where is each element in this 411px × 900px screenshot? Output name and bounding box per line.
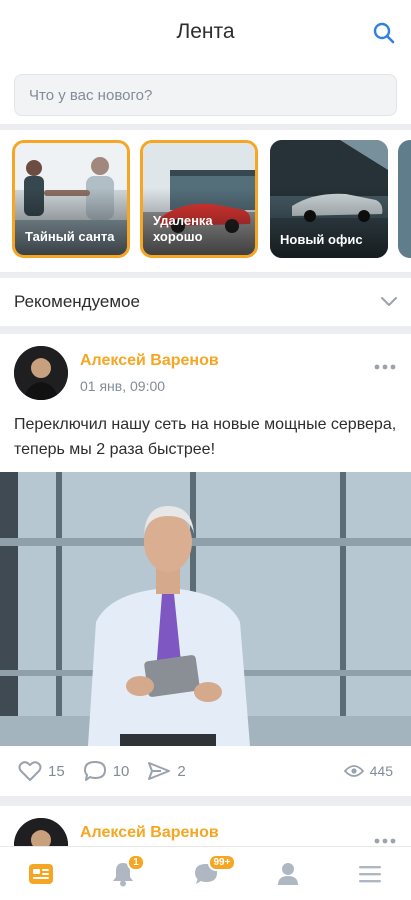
heart-icon [18,761,42,781]
tab-notifications[interactable]: 1 [82,847,164,900]
more-icon[interactable] [373,362,397,372]
tab-feed[interactable] [0,847,82,900]
tab-messages[interactable]: 99+ [164,847,246,900]
post-author[interactable]: Алексей Варенов [80,352,219,370]
like-button[interactable]: 15 [18,760,65,782]
bottom-tab-bar: 1 99+ [0,846,411,900]
comment-icon [83,761,106,781]
profile-icon [277,862,298,885]
story-label: Новый офис [280,232,363,247]
feed-icon [29,863,54,884]
messages-badge: 99+ [207,854,237,871]
view-count: 445 [369,763,393,779]
header: Лента Что у вас нового? [0,0,411,124]
post-date: 01 янв, 09:00 [80,378,166,394]
feed-filter-dropdown[interactable]: Рекомендуемое [0,278,411,326]
post-author[interactable]: Алексей Варенов [80,824,219,842]
post-actions: 15 10 2 445 [0,746,411,796]
page-title: Лента [176,20,235,43]
feed-post: Алексей Варенов 01 янв, 09:00 Переключил… [0,334,411,796]
new-post-input[interactable]: Что у вас нового? [14,74,397,116]
post-image[interactable] [0,472,411,746]
story-card[interactable]: Новый офис [270,140,388,258]
search-icon[interactable] [371,20,397,46]
notifications-badge: 1 [127,854,145,871]
story-card[interactable]: Удаленка хорошо [140,140,258,258]
story-card[interactable]: Тайный санта [12,140,130,258]
tab-menu[interactable] [329,847,411,900]
story-label: Тайный санта [25,229,115,244]
tab-profile[interactable] [247,847,329,900]
story-card[interactable] [398,140,411,258]
new-post-placeholder: Что у вас нового? [29,86,153,104]
chevron-down-icon [381,297,397,306]
share-button[interactable]: 2 [147,760,186,782]
more-icon[interactable] [373,836,397,846]
share-icon [148,762,171,780]
menu-icon [358,865,381,882]
avatar[interactable] [14,346,68,400]
stories-carousel[interactable]: Тайный санта Удаленка хорошо Новый офис [0,130,411,272]
like-count: 15 [48,762,65,780]
share-count: 2 [177,762,186,780]
comment-count: 10 [112,762,130,780]
post-text: Переключил нашу сеть на новые мощные сер… [14,416,397,458]
view-counter: 445 [343,763,393,779]
eye-icon [343,765,364,777]
feed-filter-label: Рекомендуемое [14,292,140,311]
story-label: Удаленка хорошо [153,213,213,244]
comment-button[interactable]: 10 [83,760,130,782]
